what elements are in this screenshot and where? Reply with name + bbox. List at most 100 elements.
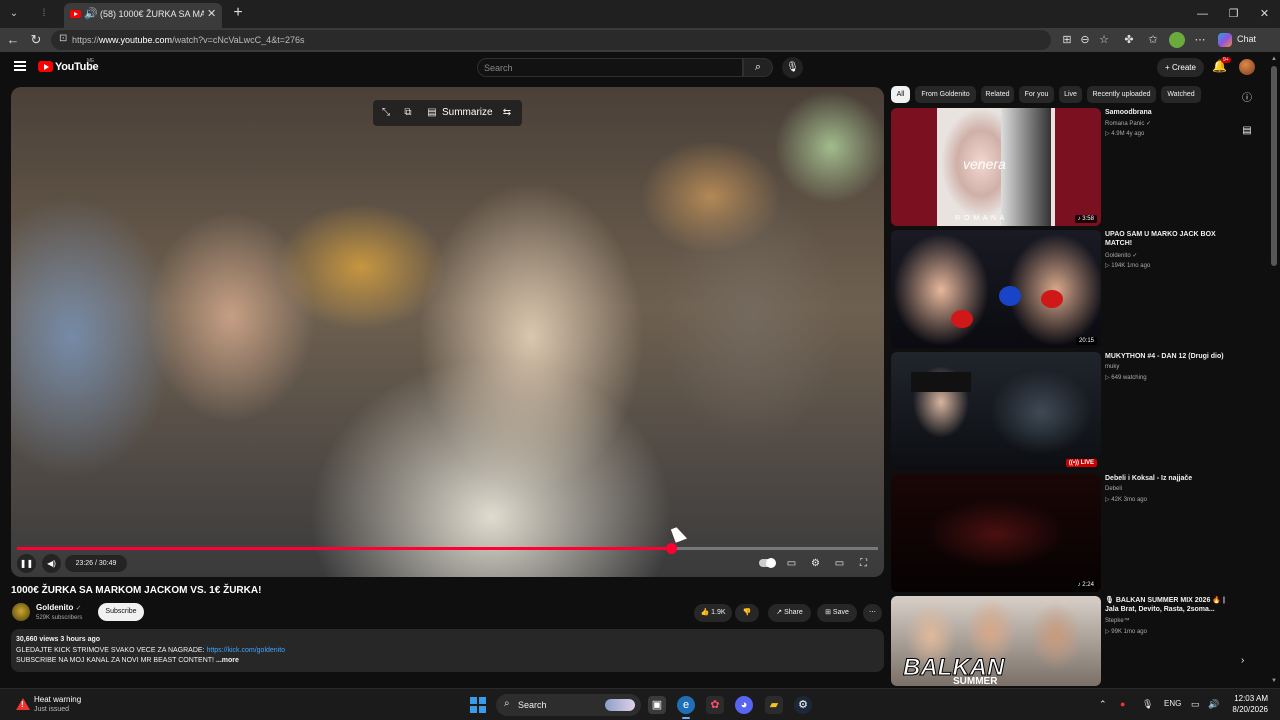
video-thumbnail[interactable]: 20:15 xyxy=(891,230,1101,348)
chip-for-you[interactable]: For you xyxy=(1019,86,1054,103)
chevron-right-icon[interactable]: › xyxy=(1241,655,1244,666)
creative-app-icon[interactable]: ✿ xyxy=(706,696,724,714)
recommendation-channel[interactable]: Romana Panic ✓ xyxy=(1105,120,1151,127)
zoom-icon[interactable]: ⊖ xyxy=(1078,33,1092,47)
crop-icon[interactable]: ⤡ xyxy=(379,106,393,120)
settings-gear-icon[interactable]: ⚙ xyxy=(808,556,823,571)
search-button[interactable]: ⌕ xyxy=(743,58,773,77)
video-thumbnail[interactable]: BALKAN SUMMER xyxy=(891,596,1101,686)
start-button[interactable] xyxy=(470,697,486,713)
chip-related[interactable]: Related xyxy=(981,86,1014,103)
video-thumbnail[interactable]: ((•)) LIVE xyxy=(891,352,1101,470)
tab-actions-menu-icon[interactable]: ⌄ xyxy=(5,5,23,23)
recommendation-title[interactable]: 🎙 BALKAN SUMMER MIX 2026 🔥 | Jala Brat, … xyxy=(1105,596,1225,614)
search-input[interactable] xyxy=(484,62,734,74)
recommendation-item[interactable]: venera R O M A N A ♪ 3:58 Samoodbrana Ro… xyxy=(891,108,1231,226)
pinned-tab[interactable]: ⁞ xyxy=(30,4,58,24)
progress-scrubber[interactable] xyxy=(666,543,678,554)
channel-name[interactable]: Goldenito ✓ xyxy=(36,603,81,612)
tray-overflow-icon[interactable]: ⌃ xyxy=(1099,699,1107,710)
recommendation-title[interactable]: MUKYTHON #4 - DAN 12 (Drugi dio) xyxy=(1105,352,1225,361)
page-scrollbar[interactable]: ▲ ▼ xyxy=(1268,52,1280,688)
dislike-button[interactable]: 👎 xyxy=(735,604,759,622)
display-icon[interactable]: ▭ xyxy=(1191,699,1200,710)
autoplay-toggle[interactable] xyxy=(759,558,776,568)
info-icon[interactable]: ⓘ xyxy=(1240,92,1254,106)
edge-browser-icon[interactable]: e xyxy=(677,696,695,714)
tab-youtube[interactable]: 🔊 (58) 1000€ ŽURKA SA MARKOM ✕ xyxy=(64,3,222,28)
new-tab-button[interactable]: + xyxy=(230,4,246,22)
clock-time[interactable]: 12:03 AM xyxy=(1232,694,1268,703)
chip-live[interactable]: Live xyxy=(1059,86,1082,103)
subscribe-button[interactable]: Subscribe xyxy=(98,603,144,621)
volume-icon[interactable]: 🔊 xyxy=(1208,699,1219,710)
video-thumbnail[interactable]: ♪ 2:24 xyxy=(891,474,1101,592)
more-options-icon[interactable]: ⋯ xyxy=(1193,33,1207,47)
clock-date[interactable]: 8/20/2026 xyxy=(1224,705,1268,714)
menu-icon[interactable] xyxy=(14,61,26,71)
taskbar-search[interactable]: ⌕ Search xyxy=(496,694,641,716)
theater-mode-icon[interactable]: ▭ xyxy=(832,556,847,571)
app-available-icon[interactable]: ⊞ xyxy=(1060,33,1074,47)
like-button[interactable]: 👍 1.9K xyxy=(694,604,732,622)
recommendation-item[interactable]: ♪ 2:24 Debeli i Koksal - Iz najjače Debe… xyxy=(891,474,1231,592)
discord-icon[interactable]: ◕ xyxy=(735,696,753,714)
recommendation-title[interactable]: Debeli i Koksal - Iz najjače xyxy=(1105,474,1225,483)
kick-link[interactable]: https://kick.com/goldenito xyxy=(206,647,285,654)
scroll-down-arrow-icon[interactable]: ▼ xyxy=(1271,678,1277,684)
scroll-up-arrow-icon[interactable]: ▲ xyxy=(1271,56,1277,62)
show-more-link[interactable]: ...more xyxy=(216,657,239,664)
summarize-button[interactable]: Summarize xyxy=(442,107,493,118)
close-tab-icon[interactable]: ✕ xyxy=(207,7,216,20)
chip-recently-uploaded[interactable]: Recently uploaded xyxy=(1087,86,1156,103)
channel-avatar[interactable] xyxy=(12,603,30,621)
recommendation-title[interactable]: UPAO SAM U MARKO JACK BOX MATCH! xyxy=(1105,230,1225,248)
more-actions-button[interactable]: ⋯ xyxy=(863,604,882,622)
account-avatar[interactable] xyxy=(1239,59,1255,75)
close-window-button[interactable]: ✕ xyxy=(1249,0,1280,28)
scroll-thumb[interactable] xyxy=(1271,66,1277,266)
subtitles-icon[interactable]: ▭ xyxy=(784,556,799,571)
tray-app-icon[interactable]: ● xyxy=(1120,699,1125,709)
share-button[interactable]: ↗ Share xyxy=(768,604,811,622)
steam-icon[interactable]: ⚙ xyxy=(794,696,812,714)
back-button[interactable]: ← xyxy=(4,32,22,48)
favorites-icon[interactable]: ✩ xyxy=(1146,33,1160,47)
chip-watched[interactable]: Watched xyxy=(1161,86,1201,103)
file-explorer-icon[interactable]: ▰ xyxy=(765,696,783,714)
video-thumbnail[interactable]: venera R O M A N A ♪ 3:58 xyxy=(891,108,1101,226)
maximize-button[interactable]: ❐ xyxy=(1218,0,1249,28)
chat-button[interactable]: Chat xyxy=(1237,34,1256,44)
weather-title[interactable]: Heat warning xyxy=(34,695,81,704)
profile-avatar-icon[interactable] xyxy=(1169,32,1185,48)
voice-search-icon[interactable]: 🎙 xyxy=(782,57,803,78)
pause-button[interactable]: ❚❚ xyxy=(17,554,36,573)
copilot-icon[interactable] xyxy=(1218,33,1232,47)
recommendation-item[interactable]: BALKAN SUMMER 🎙 BALKAN SUMMER MIX 2026 🔥… xyxy=(891,596,1231,686)
recommendation-channel[interactable]: Debeli xyxy=(1105,486,1122,492)
speaker-icon[interactable]: 🔊 xyxy=(84,7,98,20)
description-box[interactable]: 30,660 views 3 hours ago GLEDAJTE KICK S… xyxy=(11,629,884,672)
url-field[interactable]: ⊡ https://www.youtube.com/watch?v=cNcVaL… xyxy=(51,30,1051,50)
video-player[interactable]: ⤡ ⧉ ▤ Summarize ⇆ ❚❚ ◀) 23:26 / 30:49 ▭ … xyxy=(11,87,884,577)
recommendation-channel[interactable]: Stepke™ xyxy=(1105,618,1130,624)
minimize-button[interactable]: — xyxy=(1187,0,1218,28)
progress-bar[interactable] xyxy=(17,543,878,554)
language-indicator[interactable]: ENG xyxy=(1164,699,1181,708)
mute-button[interactable]: ◀) xyxy=(42,554,61,573)
chat-icon[interactable]: ▤ xyxy=(1240,124,1254,138)
extensions-icon[interactable]: ✤ xyxy=(1122,33,1136,47)
youtube-logo-icon[interactable] xyxy=(38,61,53,72)
recommendation-item[interactable]: ((•)) LIVE MUKYTHON #4 - DAN 12 (Drugi d… xyxy=(891,352,1231,470)
task-view-icon[interactable]: ▣ xyxy=(648,696,666,714)
chip-all[interactable]: All xyxy=(891,86,910,103)
create-button[interactable]: + Create xyxy=(1157,58,1204,77)
reload-button[interactable]: ↻ xyxy=(27,32,45,48)
save-button[interactable]: ⊞ Save xyxy=(817,604,857,622)
visual-search-icon[interactable]: ⧉ xyxy=(401,106,415,120)
translate-icon[interactable]: ⇆ xyxy=(500,106,514,120)
recommendation-channel[interactable]: muky xyxy=(1105,364,1119,370)
fullscreen-icon[interactable]: ⛶ xyxy=(856,556,871,571)
microphone-icon[interactable]: 🎙 xyxy=(1142,699,1153,710)
recommendation-item[interactable]: 20:15 UPAO SAM U MARKO JACK BOX MATCH! G… xyxy=(891,230,1231,348)
